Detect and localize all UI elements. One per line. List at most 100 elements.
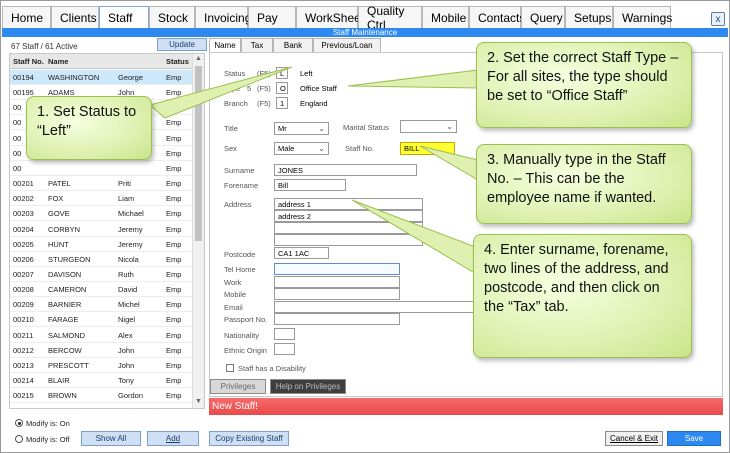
table-row[interactable]: 00205 HUNT Jeremy Emp (10, 237, 192, 252)
surname-cell: PRESCOTT (48, 360, 89, 370)
address-label: Address (224, 200, 252, 209)
menu-staff[interactable]: Staff (99, 6, 149, 28)
mobile-input[interactable] (274, 288, 400, 300)
surname-cell: WASHINGTON (48, 73, 100, 82)
show-all-button[interactable]: Show All (81, 431, 141, 446)
help-on-privileges-button[interactable]: Help on Privileges (270, 379, 346, 394)
menu-invoicing[interactable]: Invoicing (195, 6, 251, 28)
privileges-button[interactable]: Privileges (210, 379, 266, 394)
table-row[interactable]: 00207 DAVISON Ruth Emp (10, 267, 192, 282)
table-row[interactable]: 00204 CORBYN Jeremy Emp (10, 222, 192, 237)
main-menu: Home Clients Staff Stock Invoicing Pay W… (2, 4, 728, 32)
scroll-down-icon[interactable]: ▼ (195, 398, 202, 405)
save-button[interactable]: Save (667, 431, 721, 446)
surname-cell: FOX (48, 194, 64, 204)
table-row[interactable]: 00194 WASHINGTON George Emp (10, 70, 192, 85)
scroll-up-icon[interactable]: ▲ (195, 55, 202, 62)
staff-list-columns: Staff No. Name Status (10, 54, 192, 69)
nationality-input[interactable] (274, 328, 295, 340)
tab-tax[interactable]: Tax (241, 38, 273, 52)
status-cell: Emp (166, 224, 182, 234)
menu-clients[interactable]: Clients (51, 6, 99, 28)
forename-cell: Alex (118, 330, 133, 340)
column-name[interactable]: Name (48, 57, 68, 66)
surname-cell: DAVISON (48, 269, 82, 279)
address-line-1-input[interactable]: address 1 (274, 198, 423, 210)
menu-contacts[interactable]: Contacts (469, 6, 525, 28)
ethnic-origin-input[interactable] (274, 343, 295, 355)
ethnic-origin-label: Ethnic Origin (224, 346, 267, 355)
tab-previous-loan[interactable]: Previous/Loan (313, 38, 381, 52)
menu-stock[interactable]: Stock (149, 6, 195, 28)
table-row[interactable]: 00201 PATEL Priti Emp (10, 176, 192, 192)
menu-worksheet[interactable]: WorkSheet (296, 6, 364, 28)
staff-no-input[interactable]: BILL (400, 142, 455, 155)
surname-cell: BARNIER (48, 300, 82, 310)
tab-name[interactable]: Name (209, 38, 241, 52)
modify-off-radio[interactable] (15, 435, 23, 443)
table-row[interactable]: 00 Emp (10, 161, 192, 176)
email-input[interactable] (274, 301, 474, 313)
address-line-4-input[interactable] (274, 234, 423, 246)
menu-home[interactable]: Home (2, 6, 51, 28)
modify-off-label: Modify is: Off (26, 435, 70, 444)
table-row[interactable]: 00206 STURGEON Nicola Emp (10, 252, 192, 267)
postcode-input[interactable]: CA1 1AC (274, 247, 329, 259)
tab-bank[interactable]: Bank (273, 38, 313, 52)
surname-cell: GOVE (48, 209, 70, 219)
branch-code-input[interactable]: 1 (276, 97, 288, 109)
status-cell: Emp (166, 345, 182, 355)
add-button[interactable]: Add (147, 431, 199, 446)
type-code-input[interactable]: O (276, 82, 288, 94)
copy-existing-staff-button[interactable]: Copy Existing Staff (209, 431, 289, 446)
table-row[interactable]: 00203 GOVE Michael Emp (10, 206, 192, 222)
surname-input[interactable]: JONES (274, 164, 417, 176)
menu-pay[interactable]: Pay (248, 6, 296, 28)
table-row[interactable]: 00209 BARNIER Michel Emp (10, 297, 192, 313)
forename-input[interactable]: Bill (274, 179, 346, 191)
table-row[interactable]: 00210 FARAGE Nigel Emp (10, 312, 192, 328)
cancel-exit-button[interactable]: Cancel & Exit (605, 431, 663, 446)
column-status[interactable]: Status (166, 57, 189, 66)
close-icon[interactable]: x (711, 12, 725, 26)
table-row[interactable]: 00215 BROWN Gordon Emp (10, 388, 192, 404)
table-row[interactable]: 00212 BERCOW John Emp (10, 343, 192, 358)
tel-home-input[interactable] (274, 263, 400, 275)
title-select[interactable]: Mr ⌄ (274, 122, 329, 135)
menu-mobile[interactable]: Mobile (422, 6, 469, 28)
forename-label: Forename (224, 181, 259, 190)
staff-no-cell: 00205 (13, 239, 34, 249)
forename-cell: John (118, 345, 135, 355)
menu-quality-ctrl[interactable]: Quality Ctrl (358, 4, 422, 32)
marital-status-select[interactable]: ⌄ (400, 120, 457, 133)
menu-warnings[interactable]: Warnings (613, 6, 672, 28)
title-value: Mr (278, 124, 287, 133)
menu-query[interactable]: Query (521, 6, 565, 28)
table-row[interactable]: 00202 FOX Liam Emp (10, 191, 192, 207)
chevron-down-icon: ⌄ (318, 124, 325, 133)
work-phone-input[interactable] (274, 276, 400, 288)
callout-4: 4. Enter surname, forename, two lines of… (473, 234, 692, 358)
staff-no-cell: 00208 (13, 285, 34, 295)
scroll-thumb[interactable] (195, 66, 202, 241)
disability-checkbox[interactable] (226, 364, 234, 372)
address-line-2-input[interactable]: address 2 (274, 210, 423, 222)
column-staff-no[interactable]: Staff No. (13, 57, 44, 66)
status-code-input[interactable]: L (276, 67, 288, 79)
table-row[interactable]: 00214 BLAIR Tony Emp (10, 373, 192, 388)
table-row[interactable]: 00213 PRESCOTT John Emp (10, 358, 192, 373)
postcode-label: Postcode (224, 250, 256, 259)
window-title: Staff Maintenance (2, 28, 728, 37)
passport-input[interactable] (274, 313, 400, 325)
address-line-3-input[interactable] (274, 222, 423, 234)
menu-setups[interactable]: Setups (565, 6, 613, 28)
staff-list-scrollbar[interactable]: ▲ ▼ (192, 54, 204, 408)
modify-on-radio[interactable] (15, 419, 23, 427)
table-row[interactable]: 00211 SALMOND Alex Emp (10, 328, 192, 343)
table-row[interactable]: 00208 CAMERON David Emp (10, 282, 192, 298)
status-cell: Emp (166, 285, 182, 295)
update-button[interactable]: Update (157, 38, 207, 51)
staff-no-cell: 00 (13, 163, 22, 173)
sex-select[interactable]: Male ⌄ (274, 142, 329, 155)
table-row[interactable]: 00216 STRATHDEE Joanna Emp (10, 403, 192, 408)
